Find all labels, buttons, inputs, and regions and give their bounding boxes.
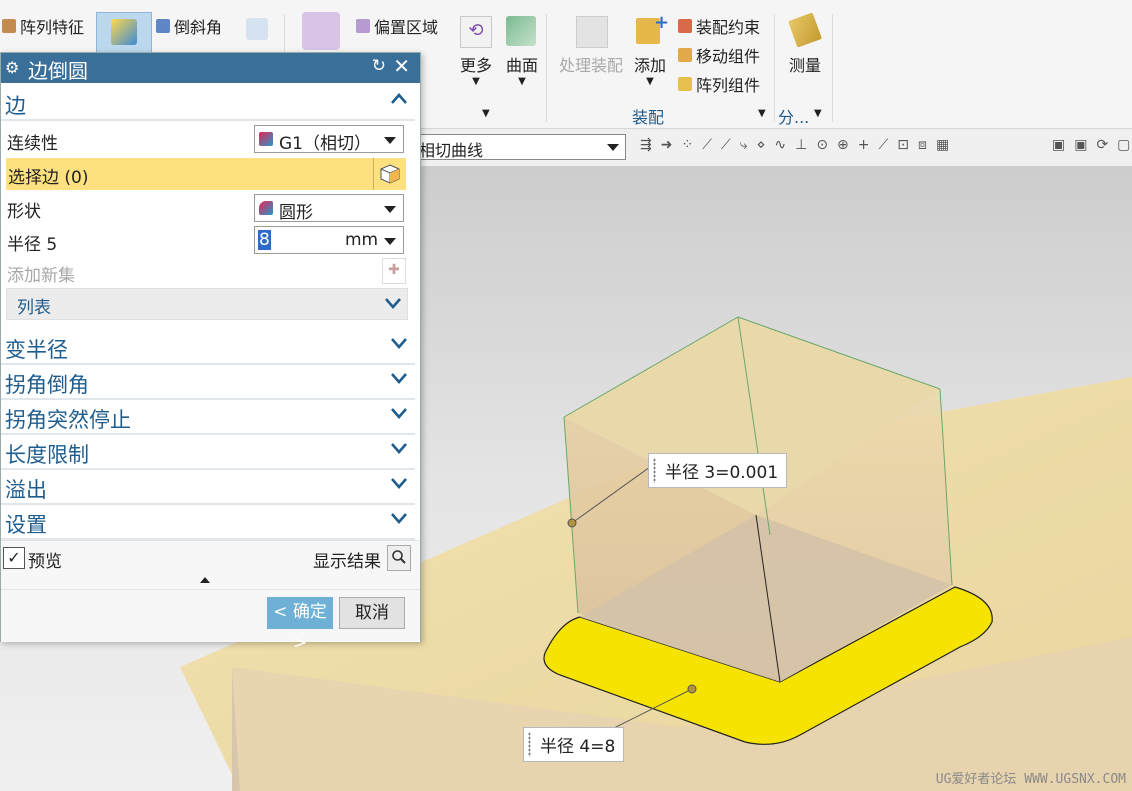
edge-blend-dialog: ⚙ 边倒圆 ↻ ✕ 边 连续性 G1（相切） 选择边 (0) 形状 圆形 半径 … — [0, 52, 421, 653]
chevron-down-icon — [384, 137, 396, 144]
analysis-group-label: 分... — [778, 108, 810, 127]
draft-icon[interactable] — [246, 18, 268, 40]
section-overflow[interactable]: 溢出 — [1, 471, 415, 505]
show-result-label: 显示结果 — [313, 552, 381, 572]
offset-region-button[interactable]: 偏置区域 — [356, 14, 438, 38]
dialog-title: 边倒圆 — [28, 59, 88, 83]
chevron-down-icon — [391, 373, 407, 384]
chevron-down-icon — [391, 513, 407, 524]
process-assembly-icon — [576, 16, 608, 48]
chevron-down-icon — [385, 298, 401, 309]
measure-button[interactable]: 测量 — [784, 52, 826, 76]
array-feature-icon — [2, 19, 16, 33]
array-component-icon — [678, 77, 692, 91]
chevron-down-icon[interactable]: ▼ — [814, 108, 822, 119]
chevron-down-icon — [384, 206, 396, 213]
chevron-down-icon — [391, 408, 407, 419]
radius4-handle[interactable] — [687, 684, 697, 694]
chamfer-icon — [156, 19, 170, 33]
move-component-icon — [678, 48, 692, 62]
continuity-icon — [259, 132, 273, 146]
assembly-group-label: 装配 — [632, 108, 665, 127]
radius-label: 半径 5 — [7, 235, 58, 255]
chevron-down-icon — [391, 338, 407, 349]
drag-grip-icon — [528, 732, 531, 757]
chevron-down-icon[interactable]: ▼ — [758, 108, 766, 119]
ruler-icon — [787, 12, 823, 48]
collapse-arrow-icon[interactable] — [200, 577, 210, 583]
curve-rule-select[interactable]: 相切曲线 — [414, 134, 626, 160]
chevron-down-icon — [391, 443, 407, 454]
assembly-constraint-button[interactable]: 装配约束 — [678, 14, 760, 38]
snap-point-toolbar[interactable]: ⇶➜⁘⟋⟋⤷⋄∿⊥⊙⊕+⟋⊡⧈▦ — [640, 137, 958, 153]
view-toolbar[interactable]: ▣▣⟳▢ — [1052, 137, 1132, 153]
section-length-limit[interactable]: 长度限制 — [1, 436, 415, 470]
add-button[interactable]: 添加 ▼ — [630, 52, 670, 87]
array-feature-button[interactable]: 阵列特征 — [2, 14, 84, 38]
ribbon-separator — [774, 14, 775, 122]
chevron-down-icon: ▼ — [472, 76, 480, 87]
preview-label: 预览 — [28, 552, 62, 572]
cancel-button[interactable]: 取消 — [339, 597, 405, 629]
radius-input[interactable]: 8 mm — [254, 226, 404, 254]
reset-icon[interactable]: ↻ — [372, 56, 386, 76]
radius3-handle[interactable] — [567, 518, 577, 528]
section-settings[interactable]: 设置 — [1, 506, 415, 540]
select-edge-button[interactable] — [373, 158, 406, 190]
add-new-set-button[interactable]: ✚ — [382, 258, 406, 284]
chevron-down-icon[interactable]: ▼ — [482, 108, 490, 119]
shape-label: 形状 — [7, 202, 41, 222]
move-component-button[interactable]: 移动组件 — [678, 43, 760, 67]
chamfer-button[interactable]: 倒斜角 — [156, 14, 222, 38]
sync-modeling-icon[interactable] — [302, 12, 340, 50]
offset-region-icon — [356, 19, 370, 33]
array-component-button[interactable]: 阵列组件 — [678, 72, 760, 96]
ok-button[interactable]: < 确定 > — [267, 597, 333, 653]
chevron-down-icon: ▼ — [646, 76, 654, 87]
gear-icon[interactable]: ⚙ — [5, 58, 19, 77]
edge-blend-icon — [111, 19, 137, 45]
surface-button[interactable]: 曲面 ▼ — [502, 52, 542, 87]
select-edge-row[interactable]: 选择边 (0) — [6, 158, 406, 190]
ribbon-separator — [546, 14, 547, 122]
radius-unit: mm — [345, 230, 379, 250]
radius3-callout[interactable]: 半径 3=0.001 — [648, 453, 788, 488]
surface-icon — [506, 16, 536, 46]
close-icon[interactable]: ✕ — [393, 54, 410, 78]
edge-blend-button[interactable] — [96, 12, 152, 54]
show-result-button[interactable] — [387, 545, 411, 571]
continuity-label: 连续性 — [7, 134, 58, 154]
list-section[interactable]: 列表 — [6, 288, 408, 320]
chevron-down-icon — [391, 478, 407, 489]
section-variable-radius[interactable]: 变半径 — [1, 331, 415, 365]
section-corner-chamfer[interactable]: 拐角倒角 — [1, 366, 415, 400]
magnifier-icon — [392, 550, 406, 564]
cube-icon — [380, 164, 400, 184]
chevron-down-icon — [607, 144, 619, 151]
section-edge[interactable]: 边 — [1, 87, 415, 121]
chevron-down-icon: ▼ — [518, 76, 526, 87]
more-button[interactable]: 更多 ▼ — [456, 52, 496, 87]
radius4-callout[interactable]: 半径 4=8 — [523, 727, 625, 762]
shape-icon — [259, 201, 273, 215]
preview-checkbox[interactable]: ✓ — [3, 547, 25, 569]
watermark: UG爱好者论坛 WWW.UGSNX.COM — [935, 772, 1126, 787]
plus-icon: + — [654, 12, 670, 33]
chevron-down-icon[interactable] — [384, 238, 396, 245]
section-corner-stopback[interactable]: 拐角突然停止 — [1, 401, 415, 435]
assembly-constraint-icon — [678, 19, 692, 33]
dialog-title-bar[interactable]: ⚙ 边倒圆 ↻ ✕ — [1, 53, 420, 83]
shape-select[interactable]: 圆形 — [254, 194, 404, 223]
drag-grip-icon — [653, 458, 656, 483]
refresh-icon[interactable]: ⟲ — [460, 16, 492, 48]
continuity-select[interactable]: G1（相切） — [254, 125, 404, 154]
process-assembly-button[interactable]: 处理装配 — [552, 52, 630, 76]
add-new-set-label: 添加新集 — [7, 266, 75, 286]
ribbon-separator — [832, 14, 833, 122]
chevron-up-icon — [391, 93, 407, 104]
